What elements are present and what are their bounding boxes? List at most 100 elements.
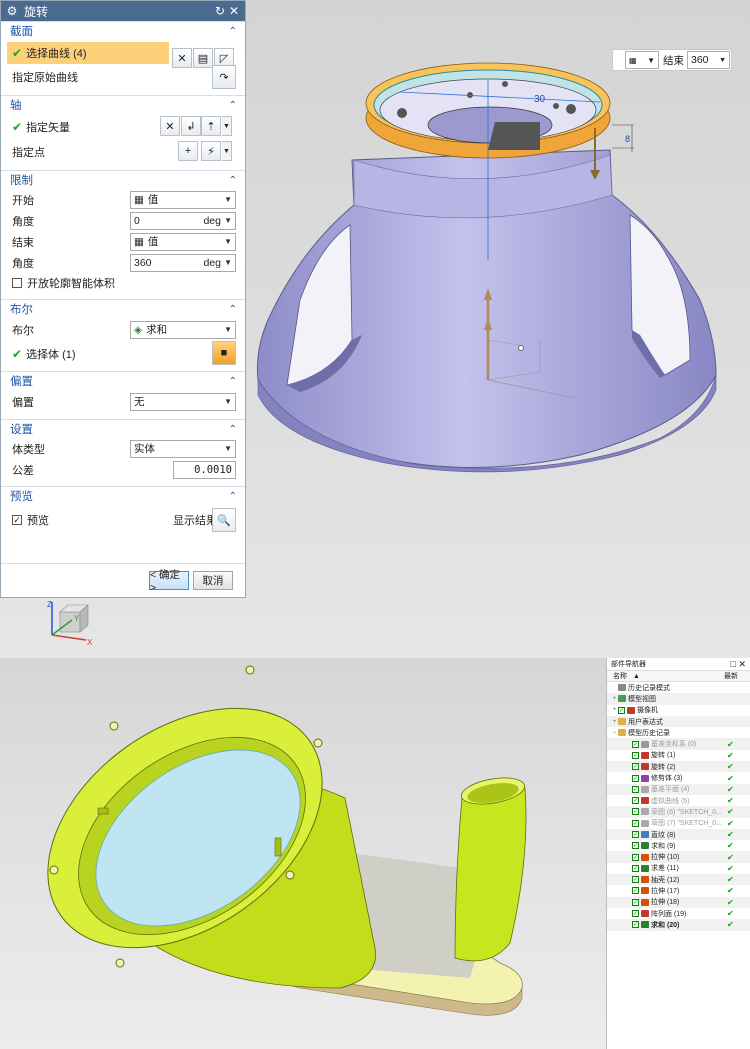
tree-item[interactable]: ✓ 求差 (11) ✔ xyxy=(607,863,750,874)
visibility-checkbox[interactable]: ✓ xyxy=(632,763,639,771)
end-angle-input[interactable]: 360 ▼ xyxy=(687,51,730,69)
visibility-checkbox[interactable]: ✓ xyxy=(632,876,639,884)
tree-item[interactable]: − 模型历史记录 xyxy=(607,727,750,738)
tree-item[interactable]: + 用户表达式 xyxy=(607,715,750,728)
collapse-icon[interactable]: ⌃ xyxy=(229,26,237,37)
tree-item[interactable]: ✓ 抽壳 (12) ✔ xyxy=(607,874,750,886)
section-header-axis[interactable]: 轴 ⌃ xyxy=(1,95,245,114)
column-latest[interactable]: 最新 xyxy=(724,671,738,681)
collapse-icon[interactable]: ⌃ xyxy=(229,100,237,111)
visibility-checkbox[interactable]: ✓ xyxy=(632,808,639,816)
solid-body-icon[interactable]: ■ xyxy=(212,341,236,365)
specify-original-curve-row[interactable]: 指定原始曲线 ↷ xyxy=(1,65,245,89)
visibility-checkbox[interactable]: ✓ xyxy=(632,774,639,782)
dimension-label[interactable]: 30 xyxy=(534,94,546,105)
close-icon[interactable]: ✕ xyxy=(227,4,241,18)
magnifier-icon[interactable]: 🔍 xyxy=(212,508,236,532)
column-name[interactable]: 名称 xyxy=(613,671,627,681)
select-curve-row[interactable]: ✔ 选择曲线 (4) xyxy=(7,42,169,64)
top-graphics-window[interactable]: 30 8 Z X Y ▦ ▼ 结束 360 ▼ ⚙ 旋转 ↻ ✕ 截面 ⌃ ✔ … xyxy=(0,0,750,658)
section-header-limits[interactable]: 限制 ⌃ xyxy=(1,170,245,189)
select-body-row[interactable]: ✔ 选择体 (1) ■ xyxy=(1,341,245,366)
tree-item[interactable]: ✓ 旋转 (1) ✔ xyxy=(607,750,750,761)
point-dialog-icon[interactable]: + xyxy=(178,141,198,161)
section-header-settings[interactable]: 设置 ⌃ xyxy=(1,419,245,438)
tree-item[interactable]: ✓ 拉伸 (10) ✔ xyxy=(607,851,750,863)
boolean-select[interactable]: ◈ 求和 ▼ xyxy=(130,320,236,339)
finished-model[interactable] xyxy=(0,658,606,1049)
tree-item[interactable]: + 模型视图 xyxy=(607,693,750,705)
visibility-checkbox[interactable]: ✓ xyxy=(632,910,639,918)
gear-icon[interactable]: ⚙ xyxy=(5,4,19,18)
visibility-checkbox[interactable]: ✓ xyxy=(632,853,639,861)
visibility-checkbox[interactable]: ✓ xyxy=(632,831,639,838)
tree-item[interactable]: ✓ 虚拟曲线 (5) ✔ xyxy=(607,795,750,806)
point-type-icon[interactable]: ⚡ xyxy=(201,141,221,161)
visibility-checkbox[interactable]: ✓ xyxy=(632,819,639,827)
original-curve-icon[interactable]: ↷ xyxy=(212,65,236,89)
value-type-dropdown[interactable]: ▦ ▼ xyxy=(625,51,659,69)
dialog-title-bar[interactable]: ⚙ 旋转 ↻ ✕ xyxy=(1,1,245,21)
body-type-select[interactable]: 实体 ▼ xyxy=(130,439,236,458)
tree-item[interactable]: 历史记录模式 xyxy=(607,682,750,693)
visibility-checkbox[interactable]: ✓ xyxy=(632,864,639,872)
tree-item[interactable]: ✓ 修剪体 (3) ✔ xyxy=(607,772,750,783)
curve-rule-icon[interactable]: ✕ xyxy=(172,48,192,68)
vector-type-icon[interactable]: ⇡ xyxy=(201,116,221,136)
sort-icon[interactable]: ▲ xyxy=(633,673,640,680)
tree-item[interactable]: ✓ 求和 (9) ✔ xyxy=(607,840,750,851)
ok-button[interactable]: < 确定 > xyxy=(149,569,189,594)
specify-point-row[interactable]: 指定点 + ⚡ ▼ xyxy=(1,139,245,164)
end-type-select[interactable]: ▦ 值 ▼ xyxy=(130,232,236,251)
point-type-dropdown[interactable]: ▼ xyxy=(222,141,232,161)
visibility-checkbox[interactable]: ✓ xyxy=(632,785,639,793)
tree-item[interactable]: ✓ 基准平面 (4) ✔ xyxy=(607,783,750,795)
collapse-icon[interactable]: ⌃ xyxy=(229,376,237,387)
visibility-checkbox[interactable]: ✓ xyxy=(632,842,639,850)
section-header-offset[interactable]: 偏置 ⌃ xyxy=(1,371,245,390)
open-profile-row[interactable]: 开放轮廓智能体积 xyxy=(1,273,245,292)
tree-item[interactable]: + ✓ 摄像机 xyxy=(607,705,750,716)
visibility-checkbox[interactable]: ✓ xyxy=(632,797,639,805)
visibility-checkbox[interactable]: ✓ xyxy=(632,751,639,759)
end-angle-floating-toolbar[interactable]: ▦ ▼ 结束 360 ▼ xyxy=(612,49,732,71)
tree-item[interactable]: ✓ 基准坐标系 (0) ✔ xyxy=(607,738,750,750)
tolerance-input[interactable]: 0.0010 xyxy=(173,460,236,479)
tree-item[interactable]: ✓ 阵列面 (19) ✔ xyxy=(607,908,750,919)
dimension-label[interactable]: 8 xyxy=(625,134,630,144)
collapse-icon[interactable]: ⌃ xyxy=(229,304,237,315)
visibility-checkbox[interactable]: ✓ xyxy=(632,740,639,748)
expand-toggle-icon[interactable]: + xyxy=(611,696,618,702)
visibility-checkbox[interactable]: ✓ xyxy=(632,921,639,929)
tree-item[interactable]: ✓ 旋转 (2) ✔ xyxy=(607,761,750,773)
expand-toggle-icon[interactable]: − xyxy=(611,730,618,736)
collapse-icon[interactable]: ⌃ xyxy=(229,491,237,502)
tree-item[interactable]: ✓ 拉伸 (17) ✔ xyxy=(607,885,750,896)
reverse-direction-icon[interactable]: ✕ xyxy=(160,116,180,136)
point-handle[interactable] xyxy=(518,345,524,351)
expand-toggle-icon[interactable]: + xyxy=(611,719,618,725)
specify-vector-row[interactable]: ✔ 指定矢量 ✕ ↲ ⇡ ▼ xyxy=(1,114,245,139)
tree-item[interactable]: ✓ 直纹 (8) ✔ xyxy=(607,828,750,841)
collapse-icon[interactable]: ⌃ xyxy=(229,424,237,435)
offset-select[interactable]: 无 ▼ xyxy=(130,392,236,411)
expand-toggle-icon[interactable]: + xyxy=(611,707,618,713)
visibility-checkbox[interactable]: ✓ xyxy=(632,898,639,906)
start-angle-input[interactable]: 0 deg ▼ xyxy=(130,211,236,230)
sketch-section-icon[interactable]: ▤ xyxy=(193,48,213,68)
tree-item[interactable]: ✓ 求和 (20) ✔ xyxy=(607,919,750,931)
tree-item[interactable]: ✓ 拉伸 (18) ✔ xyxy=(607,896,750,908)
vector-type-dropdown[interactable]: ▼ xyxy=(222,116,232,136)
collapse-icon[interactable]: ⌃ xyxy=(229,175,237,186)
end-angle-input[interactable]: 360 deg ▼ xyxy=(130,253,236,272)
bottom-graphics-window[interactable]: 部件导航器 □ ✕ 名称 ▲ 最新 历史记录模式 + 模型视图 + ✓ 摄像机 + 用户表达式… xyxy=(0,658,750,1049)
cancel-button[interactable]: 取消 xyxy=(193,571,233,590)
vector-dialog-icon[interactable]: ↲ xyxy=(181,116,201,136)
tree-item[interactable]: ✓ 草图 (6) "SKETCH_0... ✔ xyxy=(607,806,750,818)
visibility-checkbox[interactable]: ✓ xyxy=(618,706,625,714)
start-type-select[interactable]: ▦ 值 ▼ xyxy=(130,190,236,209)
visibility-checkbox[interactable]: ✓ xyxy=(632,887,639,895)
section-header-section[interactable]: 截面 ⌃ xyxy=(1,21,245,40)
open-profile-checkbox[interactable] xyxy=(12,277,22,288)
tree-item[interactable]: ✓ 草图 (7) "SKETCH_0... ✔ xyxy=(607,818,750,829)
